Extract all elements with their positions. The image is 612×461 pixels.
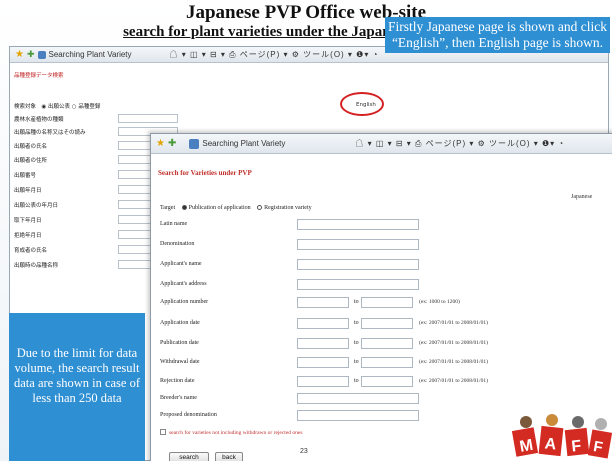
maff-logo-illustration: M A F F — [511, 414, 612, 459]
denomination-label: Denomination — [160, 241, 195, 247]
withdrawal-date-from[interactable] — [297, 357, 349, 368]
english-page-window: ★ ✚ Searching Plant Variety ☖ ▾ ◫ ▾ ⊟ ▾ … — [150, 133, 612, 461]
target-label: Target — [160, 205, 176, 211]
jp-row: 取下年月日 — [14, 218, 42, 224]
japanese-heading: 品種登録データ検索 — [14, 73, 64, 79]
jp-row: 出願者の住所 — [14, 158, 48, 164]
note-top: Firstly Japanese page is shown and click… — [385, 17, 610, 53]
jp-row: 出願品種の名称又はその読み — [14, 130, 86, 136]
latin-name-label: Latin name — [160, 221, 188, 227]
rejection-date-label: Rejection date — [160, 378, 195, 384]
jp-row: 拒絶年月日 — [14, 233, 42, 239]
to-label: to — [354, 340, 359, 346]
checkbox[interactable] — [160, 429, 166, 435]
breeder-name-input[interactable] — [297, 393, 419, 404]
jp-row: 農林水産植物の種類 — [14, 117, 64, 123]
page-tab-icon — [189, 138, 200, 149]
withdrawal-date-to[interactable] — [361, 357, 413, 368]
to-label: to — [354, 299, 359, 305]
publication-date-label: Publication date — [160, 340, 199, 346]
applicant-name-input[interactable] — [297, 259, 419, 270]
tab-title[interactable]: Searching Plant Variety — [49, 50, 132, 59]
publication-date-to[interactable] — [361, 338, 413, 349]
applicant-name-label: Applicant's name — [160, 261, 202, 267]
browser-toolbar: ★ ✚ Searching Plant Variety ☖ ▾ ◫ ▾ ⊟ ▾ … — [151, 134, 612, 154]
proposed-denomination-input[interactable] — [297, 410, 419, 421]
page-number: 23 — [300, 448, 308, 455]
example-number: (ex: 1000 to 1200) — [419, 299, 460, 305]
withdrawal-date-label: Withdrawal date — [160, 359, 200, 365]
example-date: (ex: 2007/01/01 to 2008/01/01) — [419, 340, 488, 346]
english-link[interactable]: English — [356, 102, 376, 108]
favorites-star-icon[interactable]: ★ — [156, 138, 165, 149]
tab-title[interactable]: Searching Plant Variety — [202, 139, 285, 148]
search-button[interactable]: search — [169, 452, 209, 461]
latin-name-input[interactable] — [297, 219, 419, 230]
radio-registration-label: Registration variety — [264, 205, 312, 211]
application-date-to[interactable] — [361, 318, 413, 329]
favorites-star-icon[interactable]: ★ — [15, 49, 24, 60]
to-label: to — [354, 320, 359, 326]
rejection-date-from[interactable] — [297, 376, 349, 387]
application-date-label: Application date — [160, 320, 200, 326]
applicant-address-input[interactable] — [297, 279, 419, 290]
checkbox-label: search for varieties not including withd… — [169, 430, 303, 436]
rejection-date-to[interactable] — [361, 376, 413, 387]
page-heading: Search for Varieties under PVP — [158, 169, 252, 177]
to-label: to — [354, 378, 359, 384]
radio-registration[interactable] — [257, 205, 263, 210]
publication-date-from[interactable] — [297, 338, 349, 349]
jp-row: 出願年月日 — [14, 188, 42, 194]
jp-row: 出願時の品種名称 — [14, 263, 59, 269]
japanese-link[interactable]: Japanese — [571, 194, 592, 200]
application-date-from[interactable] — [297, 318, 349, 329]
breeder-name-label: Breeder's name — [160, 395, 197, 401]
jp-row: 出願番号 — [14, 173, 37, 179]
example-date: (ex: 2007/01/01 to 2008/01/01) — [419, 359, 488, 365]
jp-row: 出願者の氏名 — [14, 144, 48, 150]
toolbar-buttons[interactable]: ☖ ▾ ◫ ▾ ⊟ ▾ ⎙ ページ(P) ▾ ⚙ ツール(O) ▾ ❶▾ ◔ — [355, 138, 564, 149]
example-date: (ex: 2007/01/01 to 2008/01/01) — [419, 378, 488, 384]
slide: Japanese PVP Office web-site search for … — [0, 0, 612, 461]
jp-input[interactable] — [118, 114, 178, 123]
svg-text:A: A — [544, 435, 558, 453]
jp-row: 検索対象 ◉ 出願公表 ○ 品種登録 — [14, 104, 101, 110]
jp-row: 育成者の氏名 — [14, 248, 48, 254]
toolbar-buttons[interactable]: ☖ ▾ ◫ ▾ ⊟ ▾ ⎙ ページ(P) ▾ ⚙ ツール(O) ▾ ❶▾ ◔ — [170, 49, 379, 60]
back-button[interactable]: back — [215, 452, 243, 461]
application-number-label: Application number — [160, 299, 209, 305]
exclude-withdrawn-checkbox-row[interactable]: search for varieties not including withd… — [160, 429, 302, 436]
to-label: to — [354, 359, 359, 365]
target-row: Target Publication of application Regist… — [160, 205, 312, 211]
note-bottom: Due to the limit for data volume, the se… — [14, 346, 140, 405]
page-tab-icon — [37, 50, 46, 59]
application-number-from[interactable] — [297, 297, 349, 308]
applicant-address-label: Applicant's address — [160, 281, 207, 287]
svg-text:F: F — [571, 438, 583, 456]
application-number-to[interactable] — [361, 297, 413, 308]
denomination-input[interactable] — [297, 239, 419, 250]
add-favorite-icon[interactable]: ✚ — [168, 138, 176, 149]
jp-row: 出願公表の年月日 — [14, 203, 59, 209]
proposed-denomination-label: Proposed denomination — [160, 412, 217, 418]
add-favorite-icon[interactable]: ✚ — [27, 49, 35, 60]
example-date: (ex: 2007/01/01 to 2008/01/01) — [419, 320, 488, 326]
radio-publication[interactable] — [181, 205, 187, 210]
radio-publication-label: Publication of application — [188, 205, 251, 211]
